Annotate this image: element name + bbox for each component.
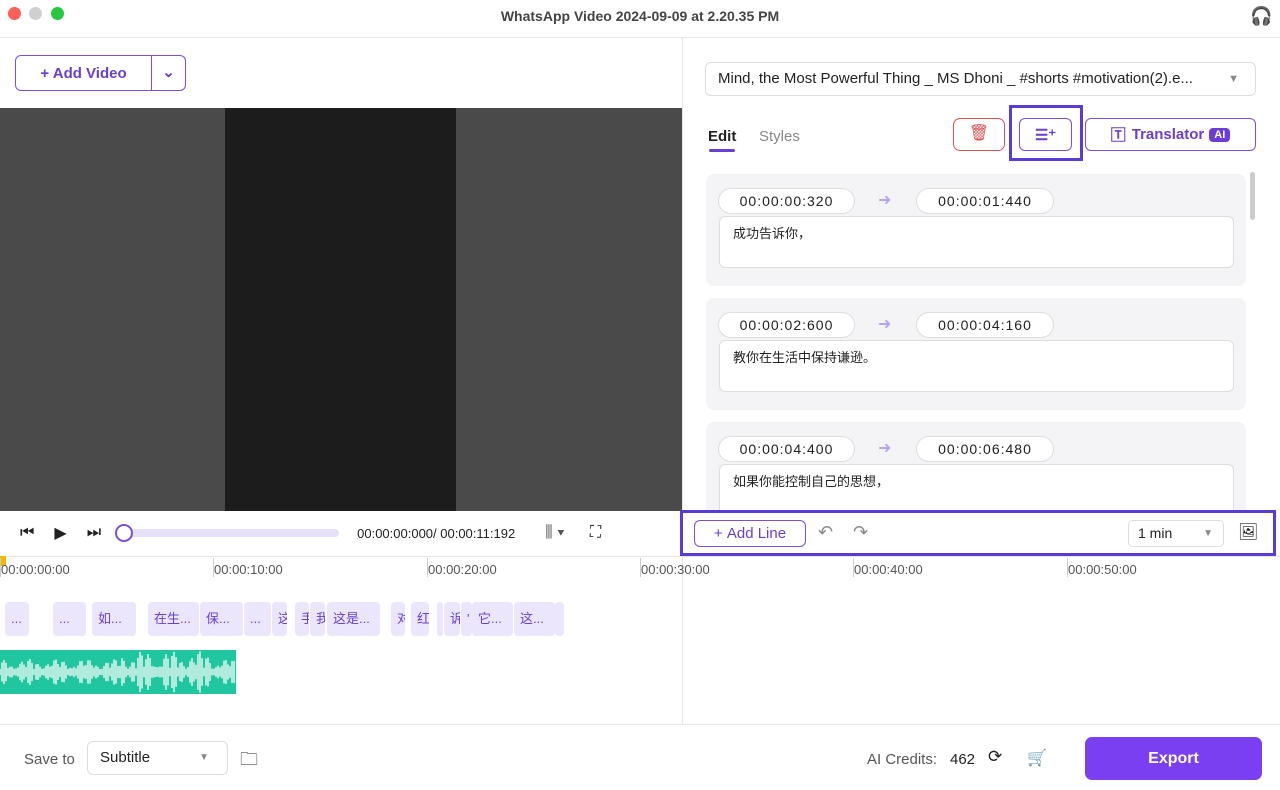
save-to-value: Subtitle bbox=[100, 749, 151, 766]
subtitle-card[interactable]: 00:00:00:320 ➜ 00:00:01:440 成功告诉你， bbox=[706, 174, 1246, 286]
timeline-tick-label: 00:00:10:00 bbox=[213, 558, 283, 577]
save-to-label: Save to bbox=[24, 751, 75, 768]
add-line-label: Add Line bbox=[726, 525, 787, 542]
minimize-window-button[interactable] bbox=[29, 7, 42, 20]
chevron-down-icon: ▼ bbox=[199, 752, 209, 763]
close-window-button[interactable] bbox=[8, 7, 21, 20]
timeline[interactable] bbox=[0, 556, 1280, 724]
subtitle-card[interactable]: 00:00:04:400 ➜ 00:00:06:480 如果你能控制自己的思想， bbox=[706, 422, 1246, 510]
add-video-group: + Add Video ⌄ bbox=[15, 55, 186, 91]
save-to-select[interactable]: Subtitle ▼ bbox=[87, 741, 228, 775]
refresh-icon[interactable]: ⟳ bbox=[988, 747, 1002, 767]
arrow-right-icon: ➜ bbox=[878, 440, 892, 457]
trash-icon: 🗑 bbox=[968, 125, 990, 142]
subtitle-text-input[interactable]: 如果你能控制自己的思想， bbox=[719, 464, 1234, 510]
duration-value: 1 min bbox=[1138, 525, 1173, 541]
translator-button[interactable]: 🅃 Translator AI bbox=[1085, 118, 1256, 151]
add-video-button[interactable]: + Add Video bbox=[16, 65, 151, 82]
audio-waveform-icon[interactable]: ⫼ ▾ bbox=[545, 524, 565, 542]
subtitle-clip[interactable]: 这 bbox=[272, 602, 287, 636]
subtitle-clip[interactable]: ... bbox=[244, 602, 271, 636]
timeline-tick-label: 00:00:50:00 bbox=[1067, 558, 1137, 577]
start-time-field[interactable]: 00:00:02:600 bbox=[718, 312, 855, 338]
subtitle-clip[interactable]: 红 bbox=[411, 602, 429, 636]
add-video-label: Add Video bbox=[52, 64, 127, 82]
arrow-right-icon: ➜ bbox=[878, 192, 892, 209]
translator-label: Translator bbox=[1131, 126, 1205, 143]
previous-frame-icon[interactable]: ⏮ bbox=[20, 524, 34, 542]
tab-edit[interactable]: Edit bbox=[708, 128, 736, 152]
redo-icon[interactable]: ↷ bbox=[853, 522, 868, 543]
file-select[interactable]: Mind, the Most Powerful Thing _ MS Dhoni… bbox=[705, 62, 1256, 96]
subtitle-card[interactable]: 00:00:02:600 ➜ 00:00:04:160 教你在生活中保持谦逊。 bbox=[706, 298, 1246, 410]
end-time-field[interactable]: 00:00:01:440 bbox=[916, 188, 1054, 214]
subtitle-clip[interactable]: 诉 bbox=[444, 602, 460, 636]
tab-indicator bbox=[709, 149, 736, 152]
play-icon[interactable]: ▶ bbox=[54, 523, 66, 543]
headset-support-icon[interactable]: 🎧 bbox=[1250, 6, 1272, 27]
subtitle-clip[interactable]: ... bbox=[53, 602, 86, 636]
tab-edit-label: Edit bbox=[708, 128, 737, 145]
timeline-tick-label: 00:00:30:00 bbox=[640, 558, 710, 577]
tab-styles[interactable]: Styles bbox=[759, 128, 800, 145]
subtitle-clip[interactable]: ' bbox=[461, 602, 472, 636]
subtitle-text-input[interactable]: 成功告诉你， bbox=[719, 216, 1234, 268]
start-time-field[interactable]: 00:00:00:320 bbox=[718, 188, 855, 214]
playback-time: 00:00:00:000/ 00:00:11:192 bbox=[357, 525, 516, 541]
duration-select[interactable]: 1 min ▼ bbox=[1128, 520, 1224, 547]
ai-credits-label: AI Credits: bbox=[867, 751, 938, 768]
add-line-button[interactable]: + Add Line bbox=[694, 520, 806, 547]
arrow-right-icon: ➜ bbox=[878, 316, 892, 333]
timeline-tick-label: 00:00:00:00 bbox=[0, 558, 70, 577]
undo-icon[interactable]: ↶ bbox=[818, 522, 833, 543]
subtitle-clip[interactable]: 这是... bbox=[327, 602, 380, 636]
waveform-path bbox=[0, 651, 235, 693]
subtitle-clip[interactable]: 手 bbox=[295, 602, 309, 636]
scrollbar[interactable] bbox=[1250, 172, 1255, 220]
player-controls: ⏮ ▶ ⏭ 00:00:00:000/ 00:00:11:192 ⫼ ▾ ⛶ bbox=[0, 511, 682, 555]
start-time-field[interactable]: 00:00:04:400 bbox=[718, 436, 855, 462]
subtitle-list: 00:00:00:320 ➜ 00:00:01:440 成功告诉你， 00:00:… bbox=[706, 172, 1258, 510]
subtitle-clip[interactable]: 如... bbox=[92, 602, 136, 636]
chevron-down-icon: ▼ bbox=[1203, 528, 1213, 539]
end-time-field[interactable]: 00:00:06:480 bbox=[916, 436, 1054, 462]
timeline-tick-label: 00:00:20:00 bbox=[427, 558, 497, 577]
delete-button[interactable]: 🗑 bbox=[953, 118, 1005, 151]
ai-badge: AI bbox=[1209, 127, 1231, 142]
subtitle-clip[interactable]: 在生... bbox=[148, 602, 199, 636]
title-bar: WhatsApp Video 2024-09-09 at 2.20.35 PM bbox=[0, 0, 1280, 38]
insert-subtitle-button[interactable]: ☰⁺ bbox=[1019, 118, 1072, 151]
translate-icon: 🅃 bbox=[1110, 127, 1126, 144]
subtitle-clip[interactable] bbox=[437, 602, 443, 636]
chevron-down-icon: ▼ bbox=[1228, 73, 1239, 85]
subtitle-clip[interactable]: 这... bbox=[514, 602, 555, 636]
subtitle-clip[interactable] bbox=[555, 602, 564, 636]
subtitle-clip[interactable]: 对 bbox=[391, 602, 405, 636]
seek-handle[interactable] bbox=[115, 524, 134, 542]
video-frame bbox=[225, 108, 456, 511]
subtitle-clip[interactable]: 保... bbox=[200, 602, 243, 636]
file-select-value: Mind, the Most Powerful Thing _ MS Dhoni… bbox=[718, 70, 1193, 87]
folder-icon[interactable]: 🗀 bbox=[240, 747, 258, 777]
list-add-icon: ☰⁺ bbox=[1034, 126, 1057, 144]
audio-waveform bbox=[0, 650, 236, 694]
cart-icon[interactable]: 🛒 bbox=[1027, 748, 1047, 768]
image-settings-icon[interactable]: 🖼 bbox=[1238, 522, 1258, 542]
maximize-window-button[interactable] bbox=[51, 7, 64, 20]
window-title: WhatsApp Video 2024-09-09 at 2.20.35 PM bbox=[500, 8, 780, 24]
export-button[interactable]: Export bbox=[1085, 737, 1262, 780]
plus-icon: + bbox=[40, 64, 53, 82]
next-frame-icon[interactable]: ⏭ bbox=[87, 524, 101, 542]
subtitle-text-input[interactable]: 教你在生活中保持谦逊。 bbox=[719, 340, 1234, 392]
subtitle-clip[interactable]: 我 bbox=[310, 602, 325, 636]
fullscreen-icon[interactable]: ⛶ bbox=[590, 524, 601, 542]
end-time-field[interactable]: 00:00:04:160 bbox=[916, 312, 1054, 338]
ai-credits-value: 462 bbox=[950, 751, 976, 768]
subtitle-clip[interactable]: ... bbox=[5, 602, 29, 636]
seek-slider[interactable] bbox=[115, 524, 340, 542]
timeline-tick-label: 00:00:40:00 bbox=[853, 558, 923, 577]
plus-icon: + bbox=[713, 525, 727, 542]
subtitle-clip[interactable]: 它... bbox=[472, 602, 513, 636]
add-video-dropdown-chevron-icon[interactable]: ⌄ bbox=[151, 56, 185, 90]
